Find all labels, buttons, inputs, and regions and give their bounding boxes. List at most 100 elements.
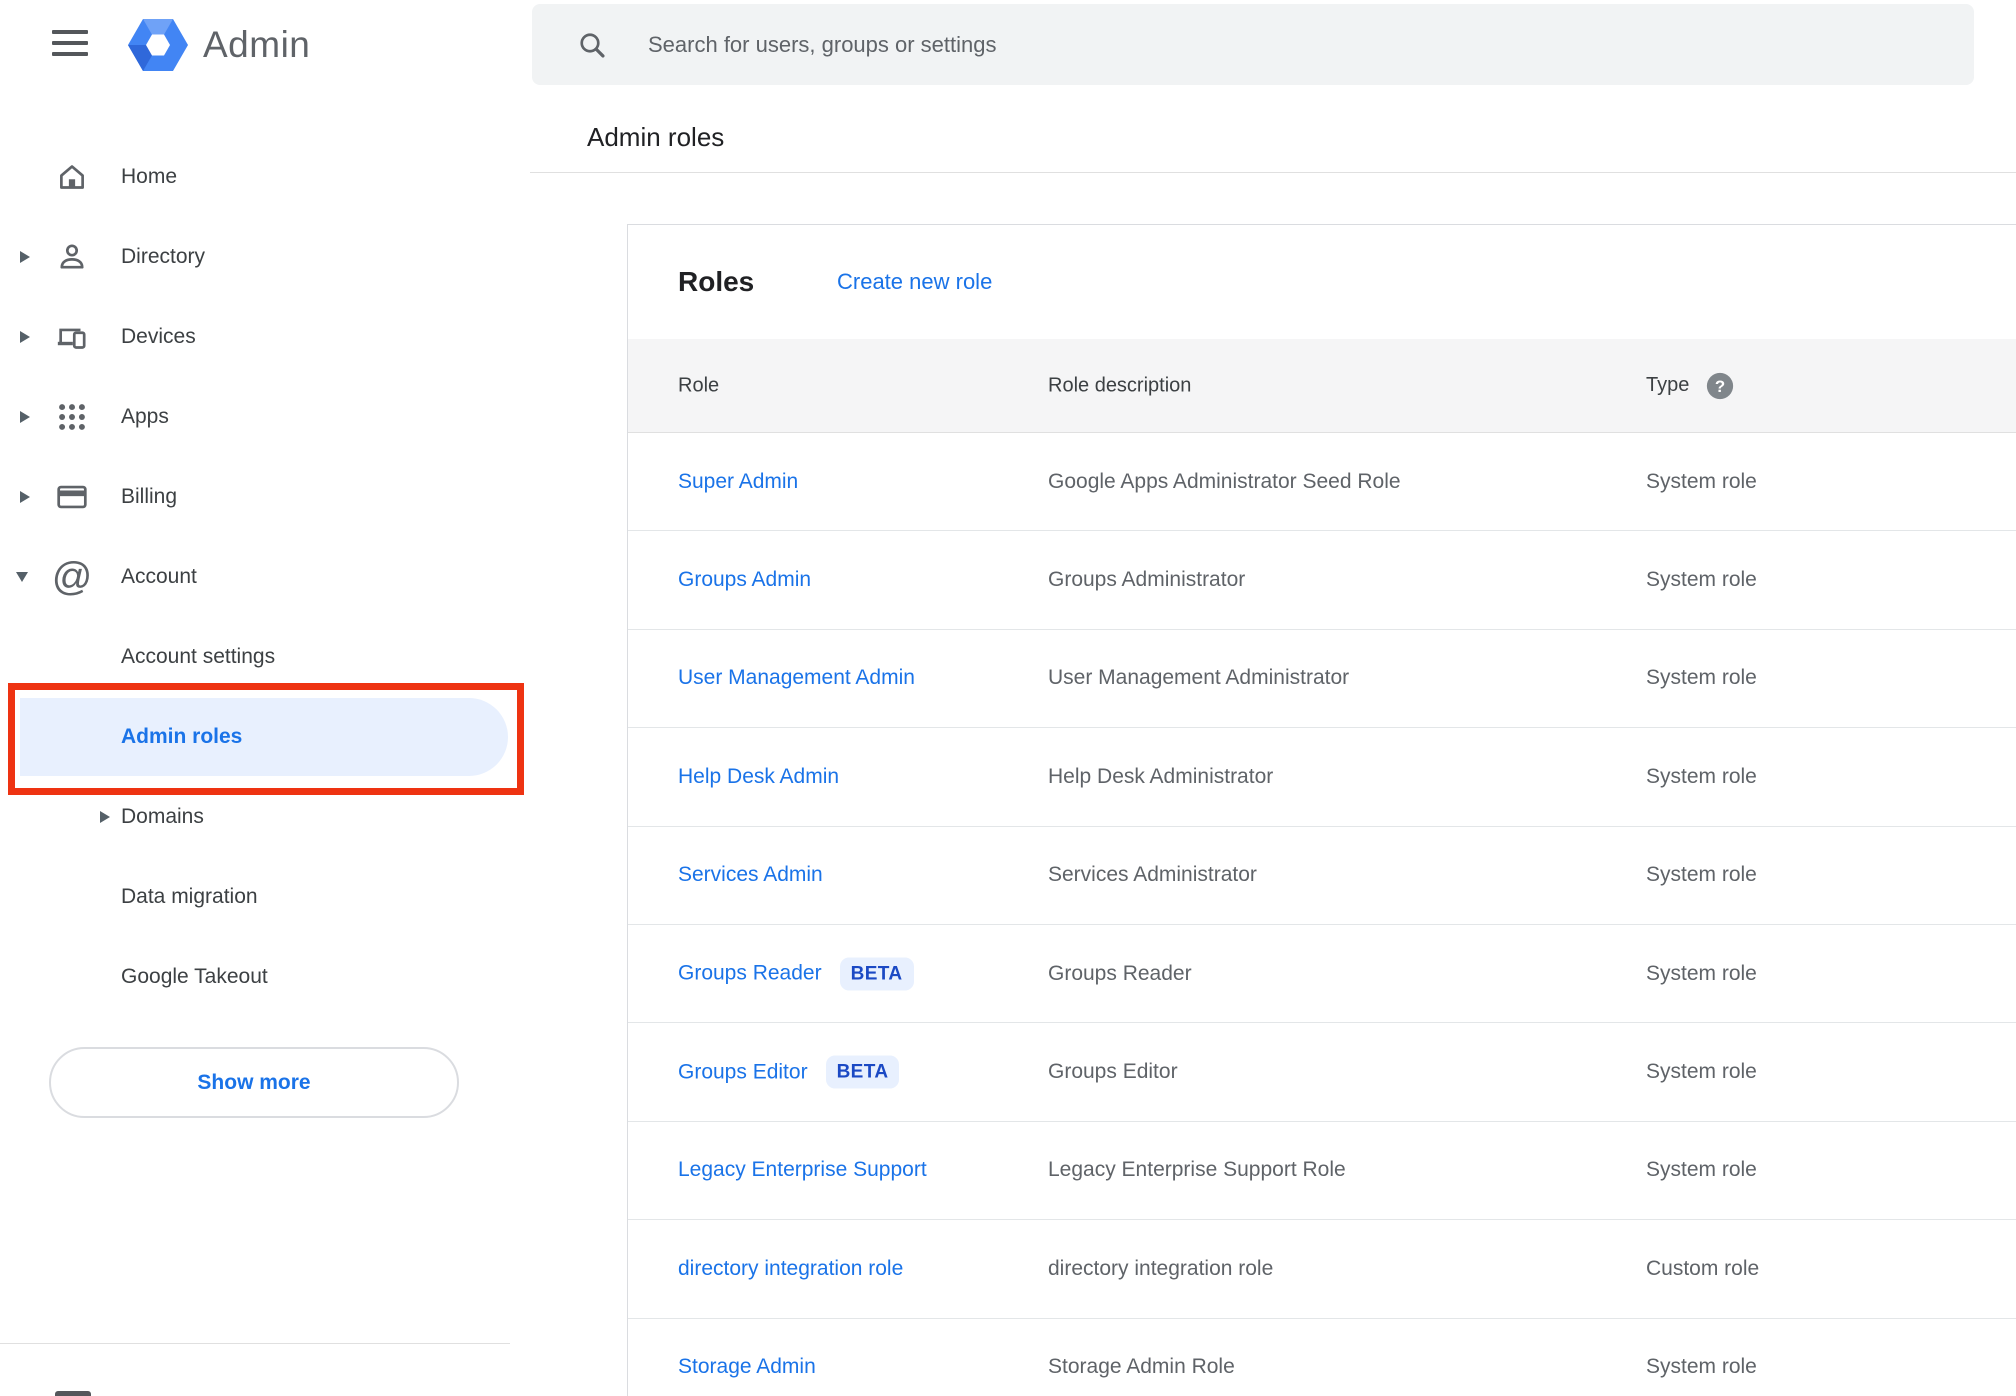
column-header-role: Role [678,374,720,396]
create-new-role-link[interactable]: Create new role [837,269,992,295]
table-row: Groups Editor BETA Groups Editor System rol… [628,1023,2016,1122]
sidebar-item-directory[interactable]: Directory [0,217,510,297]
table-row: Storage Admin Storage Admin Role System ro… [628,1319,2016,1396]
person-icon [52,237,92,277]
column-header-type: Type ? [1646,371,1735,401]
role-link[interactable]: User Management Admin [678,666,915,690]
role-type-cell: System role [1646,568,1757,592]
sidebar-item-devices[interactable]: Devices [0,297,510,377]
expand-right-icon[interactable] [100,811,110,823]
role-link[interactable]: Groups Editor [678,1060,808,1084]
sidebar-item-account-settings[interactable]: Account settings [0,617,510,697]
sidebar-item-label: Data migration [121,885,258,908]
role-cell: Groups Editor BETA [678,1055,900,1089]
role-link[interactable]: directory integration role [678,1257,903,1281]
role-link[interactable]: Help Desk Admin [678,765,839,789]
expand-right-icon[interactable] [20,331,30,343]
role-description-cell: Legacy Enterprise Support Role [1048,1158,1346,1182]
role-description-cell: Help Desk Administrator [1048,764,1274,788]
role-description-cell: Google Apps Administrator Seed Role [1048,469,1401,493]
roles-title: Roles [678,266,755,297]
sidebar-item-label: Billing [121,485,178,508]
help-icon[interactable]: ? [1705,371,1735,401]
role-description-cell: directory integration role [1048,1256,1274,1280]
selected-item-pill [20,698,508,776]
sidebar-item-google-takeout[interactable]: Google Takeout [0,937,510,1017]
apps-grid-icon [52,397,92,437]
clipped-bottom-icon [55,1391,91,1396]
show-more-button[interactable]: Show more [49,1047,459,1118]
role-link[interactable]: Legacy Enterprise Support [678,1158,927,1182]
beta-badge: BETA [825,1055,900,1089]
table-row: Groups Admin Groups Administrator System r… [628,531,2016,630]
table-row: Legacy Enterprise Support Legacy Enterpri… [628,1122,2016,1221]
sidebar-item-billing[interactable]: Billing [0,457,510,537]
sidebar-item-label: Home [121,165,178,188]
roles-table-body: Super Admin Google Apps Administrator See… [628,433,2016,1396]
role-type-cell: System role [1646,863,1757,887]
role-description-cell: User Management Administrator [1048,666,1350,690]
sidebar-item-label: Domains [121,805,204,828]
admin-hexagon-logo-icon [128,17,188,78]
sidebar-item-label: Account [121,565,197,588]
table-row: directory integration role directory inte… [628,1220,2016,1319]
role-cell: Legacy Enterprise Support [678,1158,927,1182]
sidebar-item-label: Admin roles [121,725,243,748]
role-description-cell: Services Administrator [1048,863,1257,887]
table-row: Super Admin Google Apps Administrator See… [628,433,2016,532]
sidebar-item-label: Google Takeout [121,965,268,988]
role-cell: Groups Admin [678,568,811,592]
sidebar-item-admin-roles[interactable]: Admin roles [0,697,510,777]
sidebar-nav: Home Directory Devices Apps Billing @ Account A… [0,137,510,1017]
sidebar-item-label: Directory [121,245,206,268]
sidebar: Admin Home Directory Devices Apps Billing @ Ac… [0,0,530,1396]
role-type-cell: System role [1646,1060,1757,1084]
role-link[interactable]: Storage Admin [678,1355,816,1379]
beta-badge: BETA [839,957,914,991]
roles-card-header: Roles Create new role [628,225,2016,339]
home-icon [52,157,92,197]
breadcrumb: Admin roles [587,122,725,152]
sidebar-item-apps[interactable]: Apps [0,377,510,457]
search-icon [576,29,608,61]
role-description-cell: Storage Admin Role [1048,1355,1235,1379]
search-bar[interactable] [532,4,1974,85]
role-type-cell: System role [1646,469,1757,493]
table-row: Services Admin Services Administrator Syst… [628,827,2016,925]
role-link[interactable]: Groups Admin [678,568,811,592]
table-row: User Management Admin User Management Adm… [628,630,2016,729]
expand-right-icon[interactable] [20,411,30,423]
role-link[interactable]: Services Admin [678,863,823,887]
credit-card-icon [52,477,92,517]
sidebar-item-label: Apps [121,405,169,428]
role-cell: directory integration role [678,1257,903,1281]
role-type-cell: System role [1646,961,1757,985]
role-cell: Groups Reader BETA [678,957,914,991]
role-cell: Help Desk Admin [678,765,839,789]
sidebar-bottom-divider [0,1343,510,1344]
expand-right-icon[interactable] [20,491,30,503]
collapse-down-icon[interactable] [16,572,28,582]
role-link[interactable]: Super Admin [678,470,798,494]
menu-hamburger-icon[interactable] [44,20,96,66]
svg-text:?: ? [1715,376,1725,395]
search-input[interactable] [648,4,1974,85]
role-type-cell: System role [1646,666,1757,690]
role-type-cell: System role [1646,1355,1757,1379]
role-cell: User Management Admin [678,666,915,690]
at-sign-icon: @ [51,555,93,599]
table-header-row: Role Role description Type ? [628,339,2016,433]
sidebar-item-account[interactable]: @ Account [0,537,510,617]
role-link[interactable]: Groups Reader [678,962,822,986]
sidebar-item-domains[interactable]: Domains [0,777,510,857]
role-type-cell: Custom role [1646,1256,1760,1280]
expand-right-icon[interactable] [20,251,30,263]
sidebar-item-label: Account settings [121,645,276,668]
sidebar-item-data-migration[interactable]: Data migration [0,857,510,937]
sidebar-item-label: Devices [121,325,196,348]
sidebar-item-home[interactable]: Home [0,137,510,217]
roles-card: Roles Create new role Role Role descript… [627,224,2016,1396]
role-type-cell: System role [1646,1158,1757,1182]
role-cell: Super Admin [678,470,798,494]
role-type-cell: System role [1646,764,1757,788]
